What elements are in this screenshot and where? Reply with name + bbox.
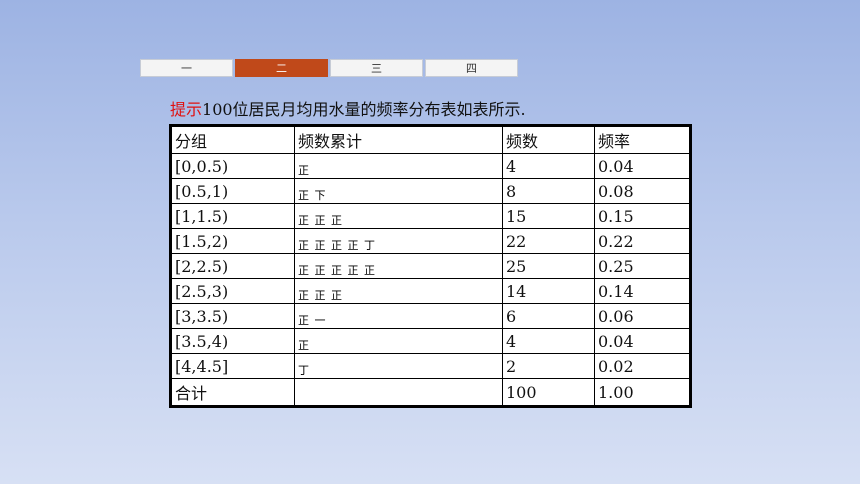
header-count: 频数 [502,125,595,154]
group-cell: [2.5,3) [170,278,295,304]
tally-marks: 正 [298,339,310,352]
tally-marks: 正 正 正 正 丁 [298,239,376,252]
tally-cell: 正 正 正 [294,278,503,304]
header-group: 分组 [170,125,295,154]
frequency-cell: 0.15 [594,203,691,229]
total-tally-cell [294,378,503,407]
tally-marks: 正 正 正 [298,289,343,302]
count-cell: 15 [502,203,595,229]
count-cell: 4 [502,153,595,179]
tally-cell: 正 下 [294,178,503,204]
group-cell: [4,4.5] [170,353,295,379]
hint-text: 100位居民月均用水量的频率分布表如表所示. [202,100,526,119]
table-row: [0,0.5) 正 4 0.04 [170,153,691,179]
frequency-cell: 0.08 [594,178,691,204]
group-cell: [3,3.5) [170,303,295,329]
tally-marks: 正 下 [298,189,327,202]
table-row: [4,4.5] 丁 2 0.02 [170,353,691,379]
count-cell: 2 [502,353,595,379]
group-cell: [0.5,1) [170,178,295,204]
frequency-table: 分组 频数累计 频数 频率 [0,0.5) 正 4 0.04 [0.5,1) 正 下 8 0.… [169,124,692,408]
tally-marks: 正 [298,164,310,177]
frequency-cell: 0.06 [594,303,691,329]
frequency-cell: 0.04 [594,153,691,179]
frequency-cell: 0.22 [594,228,691,254]
frequency-cell: 0.04 [594,328,691,354]
tally-marks: 正 正 正 正 正 [298,264,376,277]
section-tabs: 一 二 三 四 [140,59,518,77]
hint-line: 提示100位居民月均用水量的频率分布表如表所示. [170,96,526,120]
table-row: [3,3.5) 正 一 6 0.06 [170,303,691,329]
header-frequency: 频率 [594,125,691,154]
group-cell: [3.5,4) [170,328,295,354]
group-cell: [1.5,2) [170,228,295,254]
hint-label: 提示 [170,100,203,119]
table-row: [1.5,2) 正 正 正 正 丁 22 0.22 [170,228,691,254]
count-cell: 25 [502,253,595,279]
tally-cell: 正 正 正 正 正 [294,253,503,279]
count-cell: 4 [502,328,595,354]
tally-marks: 正 一 [298,314,327,327]
tally-cell: 正 一 [294,303,503,329]
table-row: [0.5,1) 正 下 8 0.08 [170,178,691,204]
total-group-cell: 合计 [170,378,295,407]
tab-3[interactable]: 三 [330,59,423,77]
count-cell: 8 [502,178,595,204]
frequency-cell: 0.02 [594,353,691,379]
tally-cell: 正 正 正 正 丁 [294,228,503,254]
header-tally: 频数累计 [294,125,503,154]
table-row: [2.5,3) 正 正 正 14 0.14 [170,278,691,304]
tally-cell: 正 [294,153,503,179]
frequency-cell: 0.14 [594,278,691,304]
tally-marks: 丁 [298,364,310,377]
tally-cell: 丁 [294,353,503,379]
frequency-cell: 0.25 [594,253,691,279]
table-row: [2,2.5) 正 正 正 正 正 25 0.25 [170,253,691,279]
group-cell: [0,0.5) [170,153,295,179]
total-row: 合计 100 1.00 [170,378,691,407]
group-cell: [2,2.5) [170,253,295,279]
count-cell: 6 [502,303,595,329]
tally-cell: 正 [294,328,503,354]
group-cell: [1,1.5) [170,203,295,229]
tab-1[interactable]: 一 [140,59,233,77]
total-frequency-cell: 1.00 [594,378,691,407]
total-count-cell: 100 [502,378,595,407]
tab-2[interactable]: 二 [235,59,328,77]
tab-4[interactable]: 四 [425,59,518,77]
tally-cell: 正 正 正 [294,203,503,229]
count-cell: 14 [502,278,595,304]
count-cell: 22 [502,228,595,254]
tally-marks: 正 正 正 [298,214,343,227]
table-row: [1,1.5) 正 正 正 15 0.15 [170,203,691,229]
table-header-row: 分组 频数累计 频数 频率 [170,125,691,154]
table-row: [3.5,4) 正 4 0.04 [170,328,691,354]
